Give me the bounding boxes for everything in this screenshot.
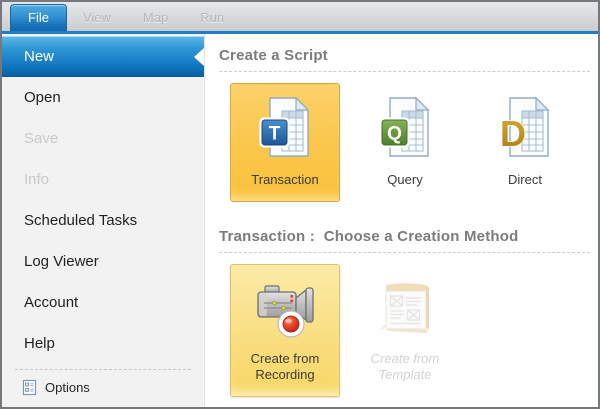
tile-query[interactable]: Q Query (350, 83, 460, 202)
backstage-sidebar: New Open Save Info Scheduled Tasks Log V… (2, 34, 205, 407)
application-window: File View Map Run New Open Save Info (0, 0, 600, 409)
sidebar-item-label: Info (24, 171, 49, 188)
creation-method-tiles: Create fromRecording (230, 264, 590, 397)
tile-label: Direct (508, 172, 542, 188)
tab-map[interactable]: Map (127, 5, 184, 31)
tile-create-from-template: Create fromTemplate (350, 264, 460, 397)
query-script-icon: Q (376, 96, 434, 158)
tile-label-line1: Create from (371, 351, 440, 366)
sidebar-nav: New Open Save Info Scheduled Tasks Log V… (2, 36, 204, 369)
sidebar-item-label: Open (24, 89, 61, 106)
video-camera-icon (252, 277, 318, 339)
template-icon (376, 277, 434, 337)
badge-letter: Q (387, 124, 402, 145)
tile-label-line1: Create from (251, 351, 320, 366)
tile-direct[interactable]: D Direct (470, 83, 580, 202)
sidebar-item-account[interactable]: Account (2, 282, 204, 323)
tile-label: Create fromTemplate (371, 351, 440, 383)
script-type-tiles: T Transaction (230, 83, 590, 202)
sidebar-item-new[interactable]: New (2, 36, 204, 77)
sidebar-item-info: Info (2, 159, 204, 200)
tab-run[interactable]: Run (184, 5, 240, 31)
sidebar-item-open[interactable]: Open (2, 77, 204, 118)
sidebar-item-save: Save (2, 118, 204, 159)
direct-script-icon: D (496, 96, 554, 158)
backstage-content: Create a Script (205, 34, 598, 407)
tab-file[interactable]: File (10, 4, 67, 31)
sidebar-item-label: Account (24, 294, 78, 311)
sidebar-item-label: New (24, 48, 54, 65)
sidebar-item-log-viewer[interactable]: Log Viewer (2, 241, 204, 282)
section-heading-creation-method: Transaction : Choose a Creation Method (219, 228, 590, 245)
menu-tab-bar: File View Map Run (2, 2, 598, 31)
sidebar-item-scheduled-tasks[interactable]: Scheduled Tasks (2, 200, 204, 241)
transaction-script-icon: T (256, 96, 314, 158)
section-heading-create-script: Create a Script (219, 47, 590, 64)
sidebar-item-label: Save (24, 130, 58, 147)
tile-label-line2: Recording (255, 367, 314, 382)
sidebar-item-label: Help (24, 335, 55, 352)
options-form-icon (22, 379, 37, 396)
tile-label-line2: Template (378, 367, 431, 382)
badge-letter: T (269, 124, 281, 145)
sidebar-item-help[interactable]: Help (2, 323, 204, 364)
section-divider (219, 252, 590, 253)
tile-create-from-recording[interactable]: Create fromRecording (230, 264, 340, 397)
sidebar-item-label: Log Viewer (24, 253, 99, 270)
section-divider (219, 71, 590, 72)
tile-label: Create fromRecording (251, 351, 320, 383)
tab-view[interactable]: View (67, 5, 127, 31)
tile-label: Query (387, 172, 422, 188)
options-label: Options (45, 380, 90, 395)
tile-transaction[interactable]: T Transaction (230, 83, 340, 202)
badge-letter: D (500, 113, 526, 154)
sidebar-item-label: Scheduled Tasks (24, 212, 137, 229)
tile-label: Transaction (251, 172, 318, 188)
sidebar-item-options[interactable]: Options (15, 369, 191, 407)
